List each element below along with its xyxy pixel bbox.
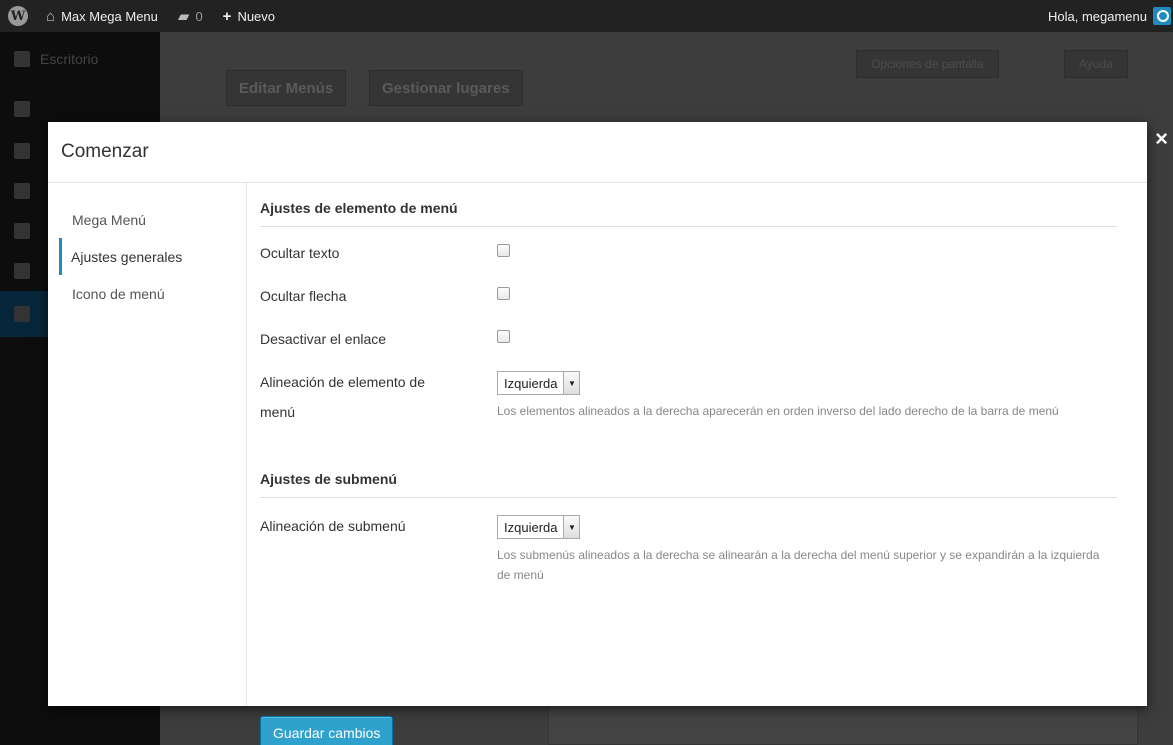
nav-item-mega-menu[interactable]: Mega Menú [48, 201, 246, 238]
site-name-link[interactable]: ⌂ Max Mega Menu [36, 0, 168, 32]
sidebar-item-dashboard[interactable]: Escritorio [0, 32, 160, 86]
hide-arrow-row: Ocultar flecha [260, 278, 1117, 321]
greeting: Hola, megamenu [1048, 8, 1147, 24]
item-alignment-select[interactable]: Izquierda ▼ [497, 371, 581, 395]
hide-text-label: Ocultar texto [260, 245, 340, 261]
help-button[interactable]: Ayuda [1064, 50, 1128, 78]
item-alignment-description: Los elementos alineados a la derecha apa… [497, 404, 1059, 418]
comments-link[interactable]: ▰ 0 [168, 0, 213, 32]
sidebar-item-label: Escritorio [40, 51, 99, 67]
comment-icon: ▰ [177, 8, 190, 25]
comments-count: 0 [195, 8, 203, 24]
submenu-alignment-select[interactable]: Izquierda ▼ [497, 515, 581, 539]
page-icon [14, 183, 30, 199]
modal-title: Comenzar [48, 122, 1147, 183]
item-alignment-value: Izquierda [504, 375, 558, 391]
item-alignment-label: Alineación de elemento de menú [260, 374, 426, 420]
submenu-alignment-value: Izquierda [504, 519, 558, 535]
menu-item-settings-heading: Ajustes de elemento de menú [260, 183, 1117, 227]
admin-bar: W ⌂ Max Mega Menu ▰ 0 + Nuevo Hola, mega… [0, 0, 1173, 32]
new-content-link[interactable]: + Nuevo [213, 0, 285, 32]
tab-edit-menus[interactable]: Editar Menús [226, 70, 347, 106]
hide-text-checkbox[interactable] [497, 244, 510, 257]
media-icon [14, 143, 30, 159]
submenu-alignment-label: Alineación de submenú [260, 518, 406, 534]
nav-item-general-settings[interactable]: Ajustes generales [59, 238, 246, 275]
screen-options-button[interactable]: Opciones de pantalla [856, 50, 999, 78]
account-menu[interactable]: Hola, megamenu [1048, 0, 1173, 32]
home-icon: ⌂ [46, 7, 56, 25]
comment-icon [14, 223, 30, 239]
hide-arrow-label: Ocultar flecha [260, 288, 347, 304]
settings-modal: Comenzar Mega Menú Ajustes generales Ico… [48, 122, 1147, 745]
modal-nav: Mega Menú Ajustes generales Icono de men… [48, 183, 247, 706]
submenu-alignment-description: Los submenús alineados a la derecha se a… [497, 548, 1100, 582]
disable-link-checkbox[interactable] [497, 330, 510, 343]
submenu-alignment-row: Alineación de submenú Izquierda ▼ Los su… [260, 508, 1117, 585]
item-alignment-row: Alineación de elemento de menú Izquierda… [260, 364, 1117, 464]
tab-manage-locations[interactable]: Gestionar lugares [369, 70, 523, 106]
brush-icon [14, 306, 30, 322]
mail-icon [14, 263, 30, 279]
save-button-wrap: Guardar cambios [260, 716, 394, 745]
modal-body: Ajustes de elemento de menú Ocultar text… [247, 183, 1147, 745]
close-icon[interactable]: × [1150, 126, 1173, 152]
dashboard-icon [14, 51, 30, 67]
submenu-settings-heading: Ajustes de submenú [260, 464, 1117, 498]
hide-arrow-checkbox[interactable] [497, 287, 510, 300]
plus-icon: + [222, 7, 232, 25]
avatar [1153, 7, 1171, 25]
disable-link-row: Desactivar el enlace [260, 321, 1117, 364]
hide-text-row: Ocultar texto [260, 235, 1117, 278]
pin-icon [14, 100, 30, 117]
wordpress-logo-button[interactable]: W [0, 0, 36, 32]
new-label: Nuevo [237, 8, 276, 24]
save-button[interactable]: Guardar cambios [260, 716, 394, 745]
nav-item-menu-icon[interactable]: Icono de menú [48, 275, 246, 312]
site-name: Max Mega Menu [61, 8, 158, 24]
wordpress-icon: W [8, 6, 28, 26]
chevron-down-icon: ▼ [563, 372, 580, 394]
disable-link-label: Desactivar el enlace [260, 331, 387, 347]
chevron-down-icon: ▼ [563, 516, 580, 538]
